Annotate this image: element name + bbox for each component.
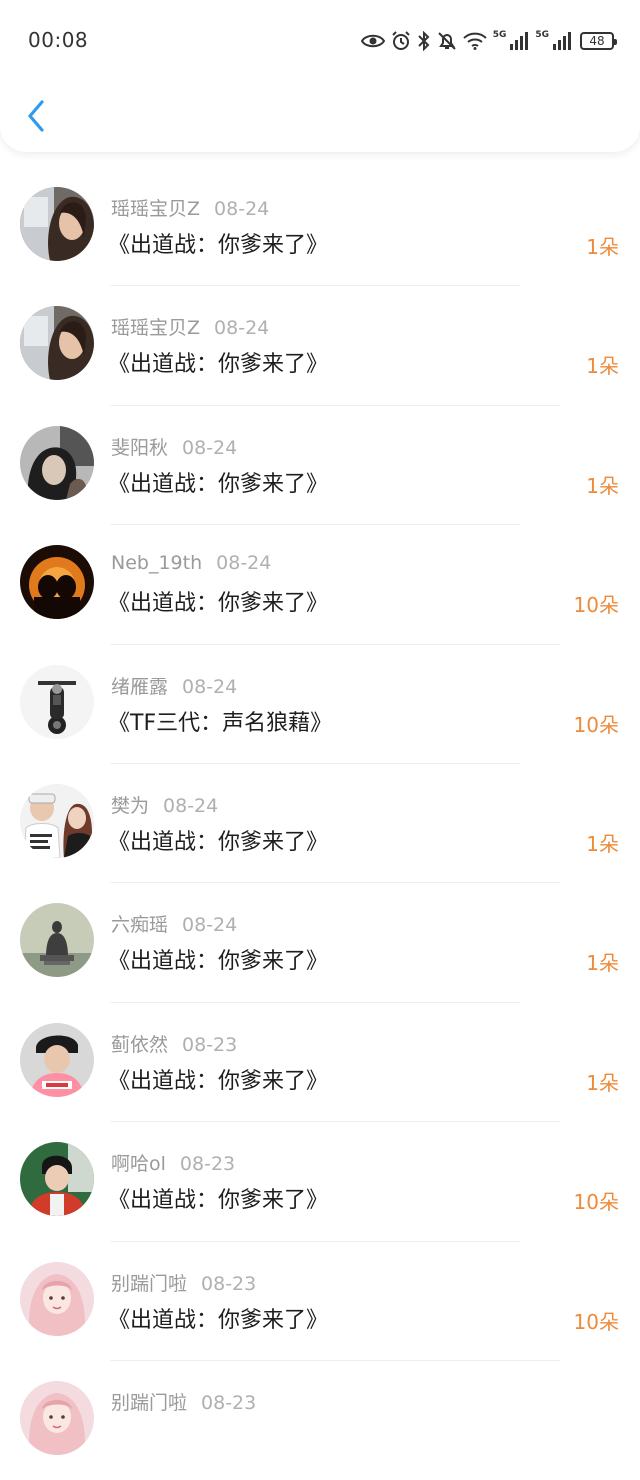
battery-icon: 48: [580, 32, 617, 50]
gift-amount: 1朵: [586, 951, 619, 976]
work-title[interactable]: 《出道战：你爹来了》: [108, 227, 328, 259]
list-item[interactable]: 绪雁露 08-24 《TF三代：声名狼藉》 10朵: [0, 645, 640, 764]
work-title[interactable]: 《出道战：你爹来了》: [108, 1302, 328, 1334]
user-name[interactable]: 绪雁露: [111, 676, 168, 698]
work-title[interactable]: 《出道战：你爹来了》: [108, 585, 328, 617]
avatar[interactable]: [20, 306, 94, 381]
list-item[interactable]: 斐阳秋 08-24 《出道战：你爹来了》 1朵: [0, 406, 640, 526]
list-item[interactable]: 啊哈ol 08-23 《出道战：你爹来了》 10朵: [0, 1122, 640, 1242]
item-date: 08-23: [179, 1153, 236, 1176]
list-item[interactable]: 别踹门啦 08-23: [0, 1361, 640, 1480]
work-title[interactable]: 《出道战：你爹来了》: [108, 943, 328, 975]
item-date: 08-23: [201, 1272, 257, 1295]
item-date: 08-24: [163, 794, 219, 817]
gift-amount: 1朵: [586, 1070, 619, 1095]
avatar[interactable]: [20, 1261, 94, 1336]
signal-icon: [509, 32, 529, 50]
item-meta: 别踹门啦 08-23: [111, 1388, 256, 1415]
item-meta: 斐阳秋 08-24: [111, 433, 237, 460]
user-name[interactable]: 瑶瑶宝贝Z: [111, 317, 200, 339]
item-meta: 啊哈ol 08-23: [111, 1149, 235, 1176]
item-meta: 瑶瑶宝贝Z 08-24: [111, 194, 269, 221]
user-name[interactable]: 六痴瑶: [111, 914, 168, 936]
avatar[interactable]: [20, 903, 94, 978]
network-label-2: 5G: [535, 30, 549, 40]
user-name[interactable]: 蓟依然: [111, 1034, 168, 1056]
item-meta: 蓟依然 08-23: [111, 1030, 237, 1057]
item-date: 08-24: [182, 914, 238, 937]
gift-list: 瑶瑶宝贝Z 08-24 《出道战：你爹来了》 1朵 瑶瑶宝贝Z 08-24 《出道战：你爹来…: [0, 167, 640, 1480]
gift-amount: 1朵: [586, 831, 619, 856]
user-name[interactable]: 别踹门啦: [111, 1273, 187, 1295]
user-name[interactable]: 啊哈ol: [111, 1153, 166, 1175]
list-item[interactable]: 蓟依然 08-23 《出道战：你爹来了》 1朵: [0, 1003, 640, 1123]
list-item[interactable]: Neb_19th 08-24 《出道战：你爹来了》 10朵: [0, 525, 640, 645]
gift-amount: 10朵: [573, 1190, 619, 1215]
work-title[interactable]: 《出道战：你爹来了》: [108, 824, 328, 856]
work-title[interactable]: 《出道战：你爹来了》: [108, 1063, 328, 1095]
back-button[interactable]: [18, 96, 54, 140]
user-name[interactable]: 斐阳秋: [111, 437, 168, 459]
item-meta: 绪雁露 08-24: [111, 672, 237, 699]
item-date: 08-24: [216, 552, 272, 575]
avatar[interactable]: [20, 425, 94, 500]
avatar[interactable]: [20, 1142, 94, 1217]
network-label-1: 5G: [492, 30, 507, 40]
gift-amount: 10朵: [573, 712, 619, 737]
gift-amount: 10朵: [573, 1309, 619, 1334]
item-date: 08-24: [214, 317, 270, 340]
bluetooth-icon: [417, 31, 431, 51]
status-time: 00:08: [28, 28, 89, 52]
item-date: 08-24: [182, 436, 238, 459]
item-date: 08-24: [214, 198, 270, 220]
list-item[interactable]: 别踹门啦 08-23 《出道战：你爹来了》 10朵: [0, 1242, 640, 1361]
work-title[interactable]: 《TF三代：声名狼藉》: [108, 705, 332, 737]
gift-amount: 1朵: [586, 354, 619, 379]
work-title[interactable]: 《出道战：你爹来了》: [108, 466, 328, 498]
top-bar: 00:08 5G 5G 48: [0, 0, 640, 152]
eye-icon: [360, 32, 385, 50]
item-meta: 樊为 08-24: [111, 791, 218, 818]
item-date: 08-23: [201, 1391, 257, 1414]
chevron-left-icon: [26, 99, 46, 137]
gift-amount: 1朵: [586, 473, 619, 498]
gift-amount: 10朵: [573, 593, 619, 618]
avatar[interactable]: [20, 187, 94, 261]
work-title[interactable]: 《出道战：你爹来了》: [108, 1182, 328, 1214]
item-meta: 别踹门啦 08-23: [111, 1269, 256, 1296]
list-item[interactable]: 樊为 08-24 《出道战：你爹来了》 1朵: [0, 764, 640, 884]
user-name[interactable]: Neb_19th: [111, 552, 202, 574]
list-item[interactable]: 瑶瑶宝贝Z 08-24 《出道战：你爹来了》 1朵: [0, 286, 640, 406]
mute-bell-icon: [437, 31, 457, 51]
item-date: 08-24: [182, 675, 238, 698]
avatar[interactable]: [20, 1380, 94, 1455]
avatar[interactable]: [20, 783, 94, 858]
avatar[interactable]: [20, 664, 94, 739]
list-item[interactable]: 瑶瑶宝贝Z 08-24 《出道战：你爹来了》 1朵: [0, 167, 640, 287]
status-icons: 5G 5G 48: [360, 28, 617, 54]
work-title[interactable]: 《出道战：你爹来了》: [108, 346, 328, 378]
gift-amount: 1朵: [586, 235, 619, 259]
item-meta: Neb_19th 08-24: [111, 552, 271, 574]
signal-icon: [552, 32, 572, 50]
item-date: 08-23: [182, 1033, 238, 1056]
avatar[interactable]: [20, 1022, 94, 1097]
list-item[interactable]: 六痴瑶 08-24 《出道战：你爹来了》 1朵: [0, 883, 640, 1003]
avatar[interactable]: [20, 545, 94, 620]
wifi-icon: [463, 32, 487, 50]
user-name[interactable]: 别踹门啦: [111, 1392, 187, 1414]
user-name[interactable]: 樊为: [111, 795, 149, 817]
item-meta: 瑶瑶宝贝Z 08-24: [111, 313, 269, 340]
item-meta: 六痴瑶 08-24: [111, 910, 237, 937]
user-name[interactable]: 瑶瑶宝贝Z: [111, 198, 200, 220]
alarm-icon: [391, 31, 411, 51]
